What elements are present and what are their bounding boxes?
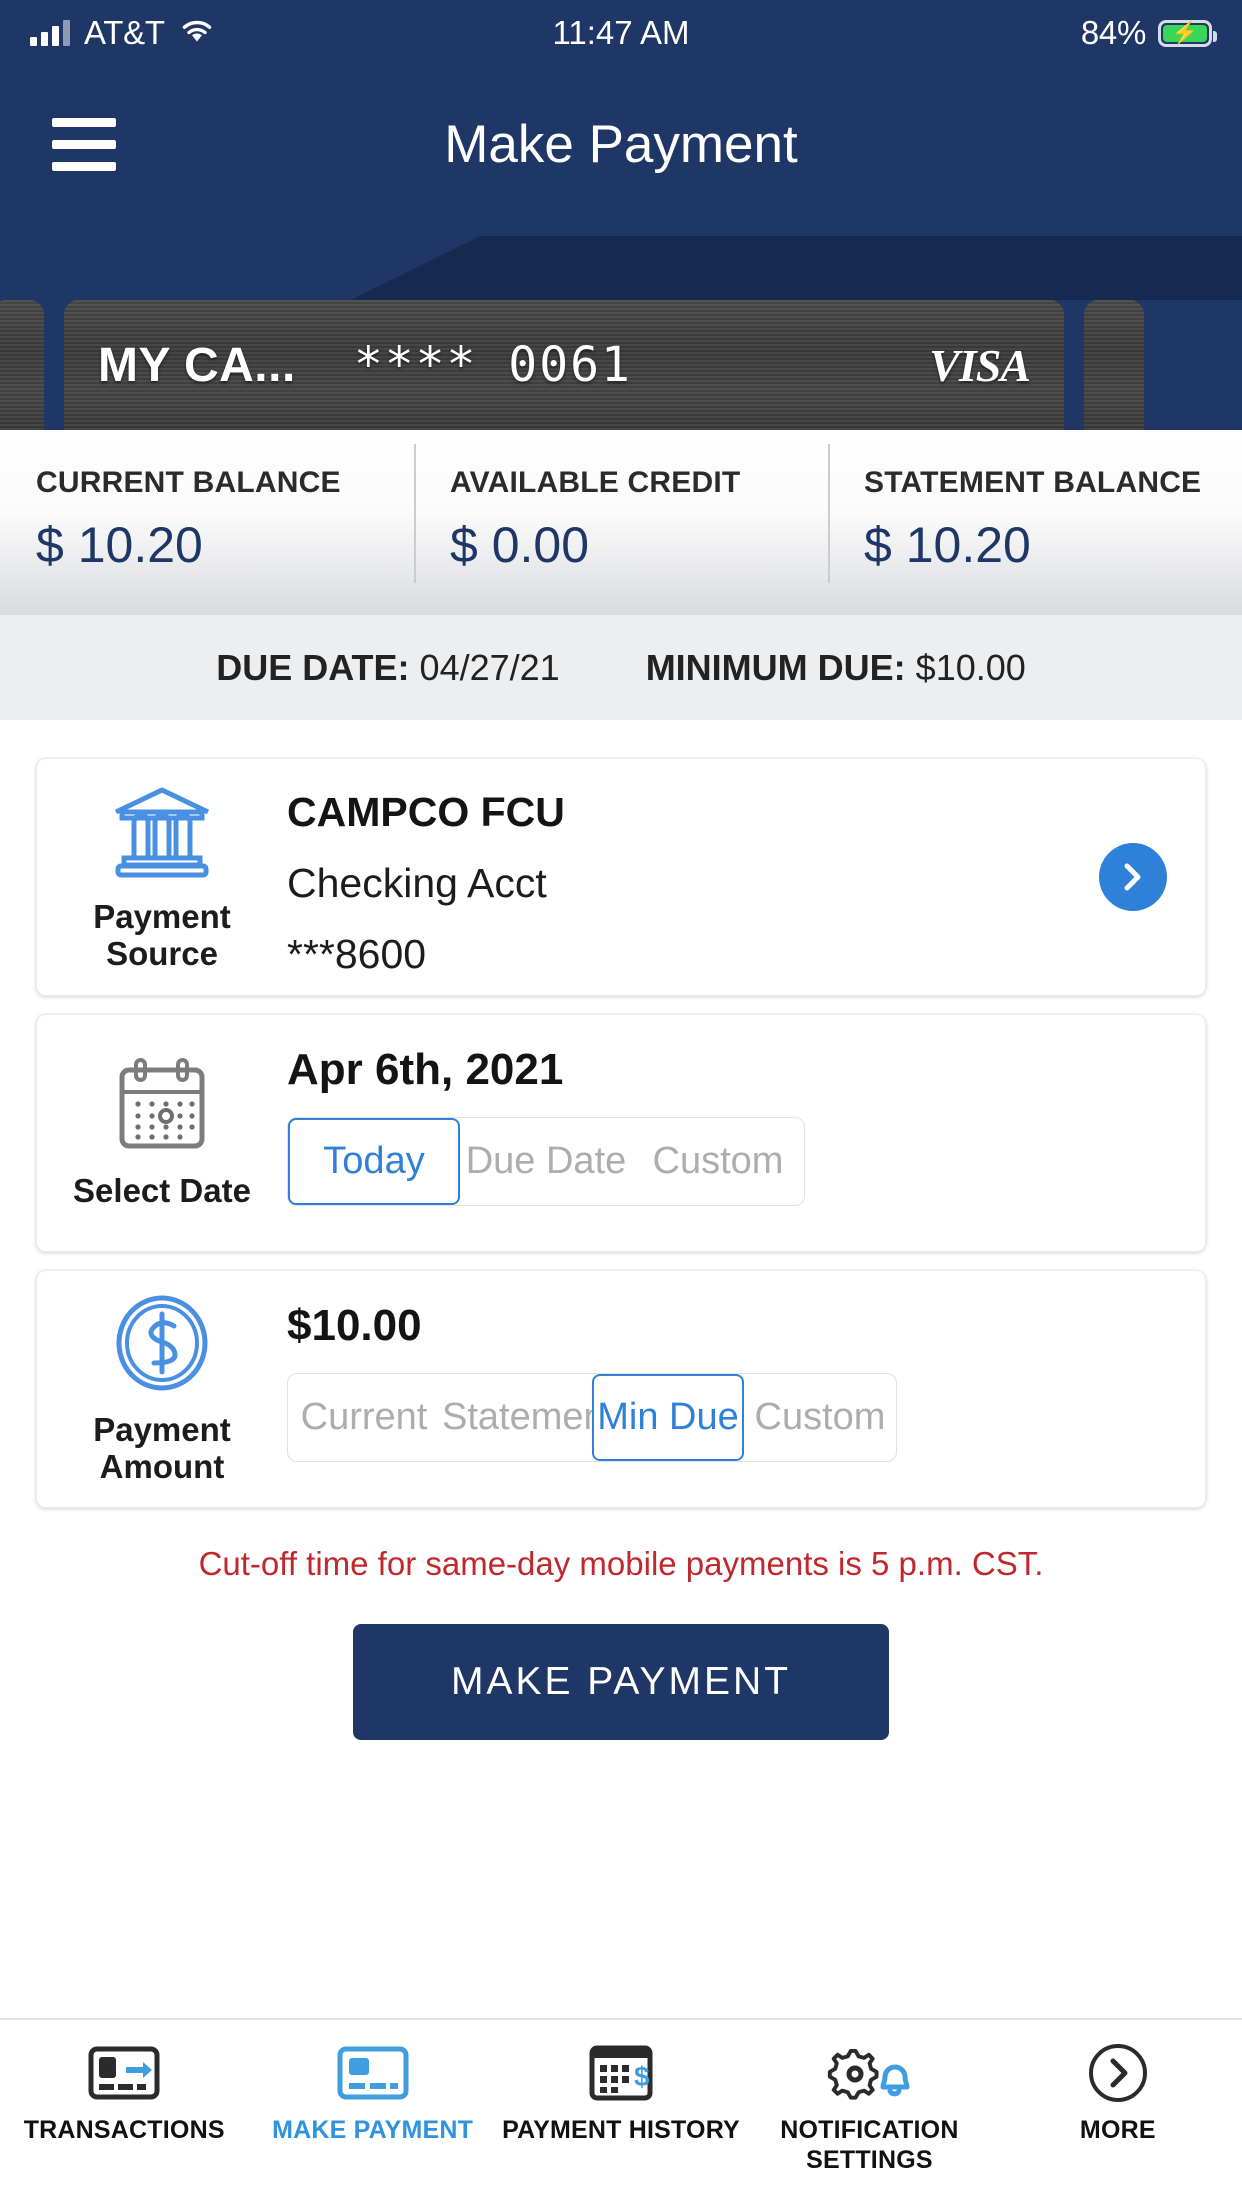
select-date-caption: Select Date (73, 1172, 251, 1210)
tab-more[interactable]: MORE (994, 2042, 1242, 2146)
payment-source-institution: CAMPCO FCU (287, 789, 565, 835)
balance-value: $ 0.00 (450, 517, 590, 573)
tab-payment-history[interactable]: $ PAYMENT HISTORY (497, 2042, 745, 2146)
minimum-due-label: MINIMUM DUE: (645, 646, 906, 688)
tab-transactions[interactable]: TRANSACTIONS (0, 2042, 248, 2146)
date-option-group[interactable]: Today Due Date Custom (287, 1117, 805, 1206)
card-previous[interactable] (0, 300, 44, 430)
balance-label: AVAILABLE CREDIT (450, 466, 741, 499)
chevron-right-icon[interactable] (1099, 843, 1167, 911)
payment-source-details: CAMPCO FCU Checking Acct ***8600 (287, 759, 1205, 1008)
amount-option-current[interactable]: Current (288, 1374, 440, 1461)
date-option-today[interactable]: Today (288, 1118, 460, 1205)
payment-amount-details: $10.00 Current Statement Min Due Custom (287, 1271, 1205, 1492)
clock-label: 11:47 AM (552, 14, 690, 51)
due-date-label: DUE DATE: (216, 646, 410, 688)
payment-amount-left: Payment Amount (37, 1271, 287, 1507)
date-option-due-date[interactable]: Due Date (460, 1118, 632, 1205)
visa-logo: VISA (929, 339, 1031, 391)
card-arrow-icon (88, 2042, 160, 2104)
balance-label: STATEMENT BALANCE (864, 466, 1202, 499)
tab-label: TRANSACTIONS (23, 2116, 225, 2144)
selected-date-value: Apr 6th, 2021 (287, 1045, 564, 1094)
balance-statement: STATEMENT BALANCE $ 10.20 (828, 430, 1242, 615)
balance-available-credit: AVAILABLE CREDIT $ 0.00 (414, 430, 828, 615)
card-carousel[interactable]: MY CA... **** 0061 VISA (0, 300, 1242, 430)
battery-charging-icon: ⚡ (1158, 19, 1217, 47)
svg-text:$: $ (634, 2061, 650, 2092)
bank-icon (110, 782, 214, 885)
amount-option-custom[interactable]: Custom (744, 1374, 896, 1461)
payment-source-account-type: Checking Acct (287, 860, 547, 906)
cutoff-notice: Cut-off time for same-day mobile payment… (198, 1545, 1044, 1582)
status-bar: AT&T 11:47 AM 84% ⚡ (0, 0, 1242, 66)
select-date-left: Select Date (37, 1015, 287, 1251)
tab-label: PAYMENT HISTORY (502, 2116, 740, 2144)
dollar-coin-icon (112, 1293, 212, 1398)
balance-summary: CURRENT BALANCE $ 10.20 AVAILABLE CREDIT… (0, 430, 1242, 615)
due-summary-row: DUE DATE: 04/27/21 MINIMUM DUE: $10.00 (0, 615, 1242, 720)
payment-amount-caption: Payment Amount (93, 1410, 231, 1485)
payment-source-caption: Payment Source (93, 897, 231, 972)
calendar-icon (114, 1056, 210, 1159)
balance-value: $ 10.20 (864, 517, 1031, 573)
make-payment-screen: AT&T 11:47 AM 84% ⚡ Make Payment MY CA..… (0, 0, 1242, 2208)
circle-chevron-right-icon (1087, 2042, 1149, 2104)
tab-label: MORE (1079, 2116, 1156, 2144)
page-title: Make Payment (444, 115, 798, 174)
gear-bell-icon (827, 2042, 911, 2104)
card-nickname: MY CA... (98, 338, 296, 392)
minimum-due-item: MINIMUM DUE: $10.00 (646, 647, 1026, 689)
due-date-value: 04/27/21 (419, 646, 560, 688)
amount-option-statement[interactable]: Statement (440, 1374, 615, 1461)
amount-option-min-due[interactable]: Min Due (592, 1374, 744, 1461)
card-selected[interactable]: MY CA... **** 0061 VISA (64, 300, 1064, 430)
due-date-item: DUE DATE: 04/27/21 (216, 647, 559, 689)
tab-make-payment[interactable]: MAKE PAYMENT (248, 2042, 496, 2146)
calendar-dollar-icon: $ (589, 2042, 653, 2104)
select-date-details: Apr 6th, 2021 Today Due Date Custom (287, 1015, 1205, 1236)
card-masked-number: **** 0061 (353, 337, 632, 393)
payment-source-card[interactable]: Payment Source CAMPCO FCU Checking Acct … (36, 758, 1206, 996)
payment-source-account-number: ***8600 (287, 931, 427, 977)
card-icon (337, 2042, 409, 2104)
select-date-card[interactable]: Select Date Apr 6th, 2021 Today Due Date… (36, 1014, 1206, 1252)
payment-amount-card[interactable]: Payment Amount $10.00 Current Statement … (36, 1270, 1206, 1508)
make-payment-button[interactable]: MAKE PAYMENT (353, 1624, 889, 1740)
balance-current: CURRENT BALANCE $ 10.20 (0, 430, 414, 615)
tab-label: MAKE PAYMENT (272, 2116, 474, 2144)
balance-value: $ 10.20 (36, 517, 203, 573)
amount-option-group[interactable]: Current Statement Min Due Custom (287, 1373, 897, 1462)
balance-label: CURRENT BALANCE (36, 466, 341, 499)
date-option-custom[interactable]: Custom (632, 1118, 804, 1205)
app-header: Make Payment (0, 66, 1242, 236)
bottom-tab-bar: TRANSACTIONS MAKE PAYMENT $ PAYMENT HIST… (0, 2018, 1242, 2208)
card-next[interactable] (1084, 300, 1144, 430)
payment-amount-value: $10.00 (287, 1301, 422, 1350)
tab-label: NOTIFICATION SETTINGS (780, 2116, 959, 2174)
minimum-due-value: $10.00 (915, 646, 1026, 688)
tab-notification-settings[interactable]: NOTIFICATION SETTINGS (745, 2042, 993, 2175)
payment-source-left: Payment Source (37, 759, 287, 995)
